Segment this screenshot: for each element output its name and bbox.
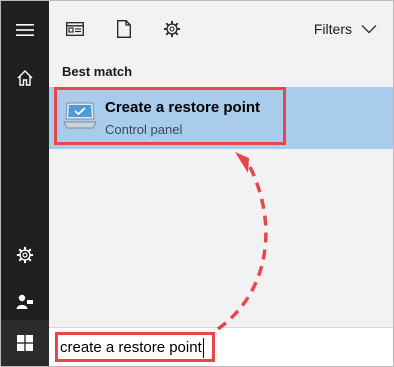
windows-start-button[interactable]	[1, 320, 49, 366]
section-title: Best match	[62, 64, 133, 79]
best-match-result[interactable]: Create a restore point Control panel	[49, 87, 393, 149]
document-icon	[117, 20, 131, 38]
search-bar[interactable]: create a restore point	[49, 327, 393, 366]
left-rail	[1, 1, 49, 366]
hamburger-menu-icon	[16, 24, 34, 36]
filters-label: Filters	[313, 21, 352, 37]
settings-gear-icon	[16, 246, 34, 264]
arrow-head	[235, 152, 249, 173]
home-icon	[17, 70, 33, 86]
home-button[interactable]	[1, 55, 49, 101]
people-icon	[16, 294, 33, 309]
hamburger-menu-button[interactable]	[1, 7, 49, 53]
filter-toolbar: Filters	[49, 1, 393, 59]
documents-filter-button[interactable]	[113, 17, 135, 41]
windows-start-icon	[17, 335, 33, 351]
gear-icon	[163, 20, 181, 38]
filters-dropdown[interactable]: Filters	[314, 21, 377, 37]
settings-filter-button[interactable]	[161, 17, 183, 41]
text-caret	[203, 338, 204, 358]
search-input[interactable]: create a restore point	[60, 339, 202, 356]
app-window-icon	[66, 22, 84, 36]
settings-button[interactable]	[1, 232, 49, 278]
apps-filter-button[interactable]	[64, 17, 86, 41]
restore-point-pc-icon	[63, 102, 97, 129]
chevron-down-icon	[361, 25, 377, 34]
start-search-window: Filters Best match Create a restore poin…	[0, 0, 394, 367]
result-subtitle: Control panel	[105, 122, 183, 137]
result-title: Create a restore point	[105, 99, 261, 116]
people-button[interactable]	[1, 279, 49, 325]
